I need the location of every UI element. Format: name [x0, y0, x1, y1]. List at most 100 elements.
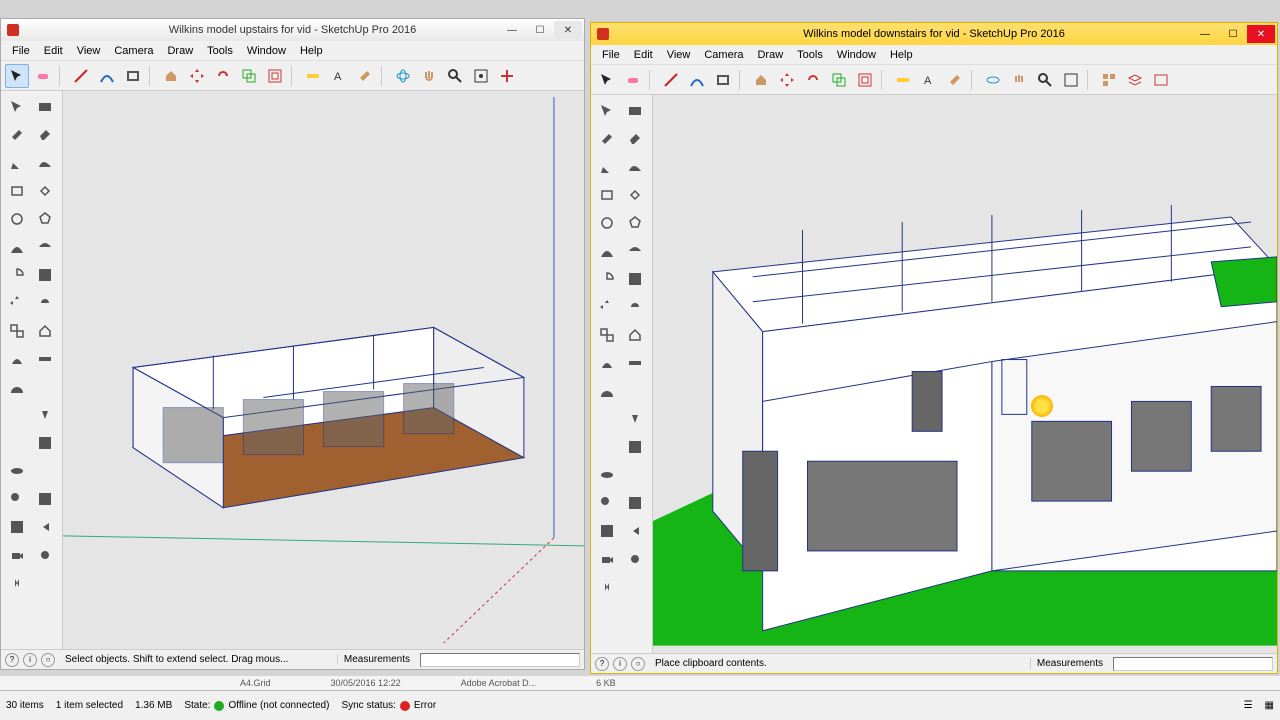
dimension-tool[interactable] [621, 377, 648, 404]
select-tool[interactable] [3, 93, 30, 120]
zoom-extents-tool[interactable] [593, 517, 620, 544]
paint-tool[interactable] [353, 64, 377, 88]
move-tool[interactable] [775, 68, 799, 92]
walk-tool[interactable] [593, 573, 620, 600]
push-pull-tool[interactable] [159, 64, 183, 88]
info-icon[interactable]: i [23, 653, 37, 667]
menu-help[interactable]: Help [293, 43, 330, 59]
make-component-tool[interactable] [621, 97, 648, 124]
minimize-button[interactable]: — [1191, 25, 1219, 43]
menu-draw[interactable]: Draw [750, 47, 790, 63]
rectangle-tool[interactable] [593, 181, 620, 208]
zoom-tool[interactable] [1033, 68, 1057, 92]
pan-tool[interactable] [417, 64, 441, 88]
rectangle-tool[interactable] [711, 68, 735, 92]
viewport[interactable] [63, 91, 584, 649]
minimize-button[interactable]: — [498, 21, 526, 39]
maximize-button[interactable]: ☐ [1219, 25, 1247, 43]
select-tool[interactable] [593, 97, 620, 124]
2pt-arc-tool[interactable] [621, 237, 648, 264]
protractor-tool[interactable] [593, 377, 620, 404]
orbit-tool[interactable] [593, 461, 620, 488]
scale-tool[interactable] [237, 64, 261, 88]
paint-tool[interactable] [593, 125, 620, 152]
menu-draw[interactable]: Draw [160, 43, 200, 59]
arc-tool[interactable] [95, 64, 119, 88]
rotate-tool[interactable] [31, 289, 58, 316]
paint-tool[interactable] [3, 121, 30, 148]
rectangle-tool[interactable] [121, 64, 145, 88]
zoom-window-tool[interactable] [31, 485, 58, 512]
text-tool[interactable]: A [917, 68, 941, 92]
viewport[interactable] [653, 95, 1277, 653]
eraser-tool[interactable] [31, 121, 58, 148]
scale-tool[interactable] [593, 321, 620, 348]
arc-tool[interactable] [685, 68, 709, 92]
rotate-tool[interactable] [801, 68, 825, 92]
pan-tool[interactable] [31, 457, 58, 484]
offset-tool[interactable] [853, 68, 877, 92]
pie-tool[interactable] [593, 265, 620, 292]
position-camera-tool[interactable] [593, 545, 620, 572]
rotate-tool[interactable] [621, 293, 648, 320]
menu-camera[interactable]: Camera [697, 47, 750, 63]
tape-tool[interactable] [891, 68, 915, 92]
follow-me-tool[interactable] [593, 349, 620, 376]
menu-edit[interactable]: Edit [37, 43, 70, 59]
pan-tool[interactable] [621, 461, 648, 488]
menu-tools[interactable]: Tools [790, 47, 830, 63]
text-tool[interactable] [593, 405, 620, 432]
look-around-tool[interactable] [31, 541, 58, 568]
text-tool[interactable] [3, 401, 30, 428]
push-pull-tool[interactable] [621, 321, 648, 348]
tape-tool[interactable] [621, 349, 648, 376]
zoom-window-tool[interactable] [621, 489, 648, 516]
measurements-input[interactable] [420, 653, 580, 667]
zoom-extents-tool[interactable] [1059, 68, 1083, 92]
paint-tool[interactable] [943, 68, 967, 92]
zoom-tool[interactable] [3, 485, 30, 512]
section-tool[interactable] [495, 64, 519, 88]
close-button[interactable]: ✕ [554, 21, 582, 39]
circle-tool[interactable] [593, 209, 620, 236]
zoom-tool[interactable] [593, 489, 620, 516]
3d-text-tool[interactable] [31, 401, 58, 428]
zoom-tool[interactable] [443, 64, 467, 88]
info-icon[interactable]: i [613, 657, 627, 671]
move-tool[interactable] [185, 64, 209, 88]
menu-camera[interactable]: Camera [107, 43, 160, 59]
push-pull-tool[interactable] [31, 317, 58, 344]
rotated-rect-tool[interactable] [621, 181, 648, 208]
titlebar[interactable]: Wilkins model upstairs for vid - SketchU… [1, 19, 584, 41]
select-tool[interactable] [5, 64, 29, 88]
menu-tools[interactable]: Tools [200, 43, 240, 59]
axes-tool[interactable] [3, 429, 30, 456]
layers-tool[interactable] [1123, 68, 1147, 92]
tape-tool[interactable] [301, 64, 325, 88]
section-tool[interactable] [31, 429, 58, 456]
view-details-icon[interactable]: ☰ [1244, 700, 1253, 711]
measurements-input[interactable] [1113, 657, 1273, 671]
geo-icon[interactable]: ○ [41, 653, 55, 667]
rotated-rect-tool[interactable] [31, 177, 58, 204]
eraser-tool[interactable] [31, 64, 55, 88]
orbit-tool[interactable] [3, 457, 30, 484]
pencil-tool[interactable] [3, 149, 30, 176]
polygon-tool[interactable] [31, 205, 58, 232]
scale-tool[interactable] [3, 317, 30, 344]
rotate-tool[interactable] [211, 64, 235, 88]
pencil-tool[interactable] [593, 153, 620, 180]
rectangle-tool[interactable] [3, 177, 30, 204]
scale-tool[interactable] [827, 68, 851, 92]
offset-tool[interactable] [31, 261, 58, 288]
line-tool[interactable] [69, 64, 93, 88]
pie-tool[interactable] [3, 261, 30, 288]
prev-view-tool[interactable] [621, 517, 648, 544]
menu-view[interactable]: View [70, 43, 108, 59]
menu-window[interactable]: Window [240, 43, 293, 59]
make-component-tool[interactable] [31, 93, 58, 120]
move-tool[interactable] [593, 293, 620, 320]
prev-view-tool[interactable] [31, 513, 58, 540]
2pt-arc-tool[interactable] [31, 233, 58, 260]
pan-tool[interactable] [1007, 68, 1031, 92]
